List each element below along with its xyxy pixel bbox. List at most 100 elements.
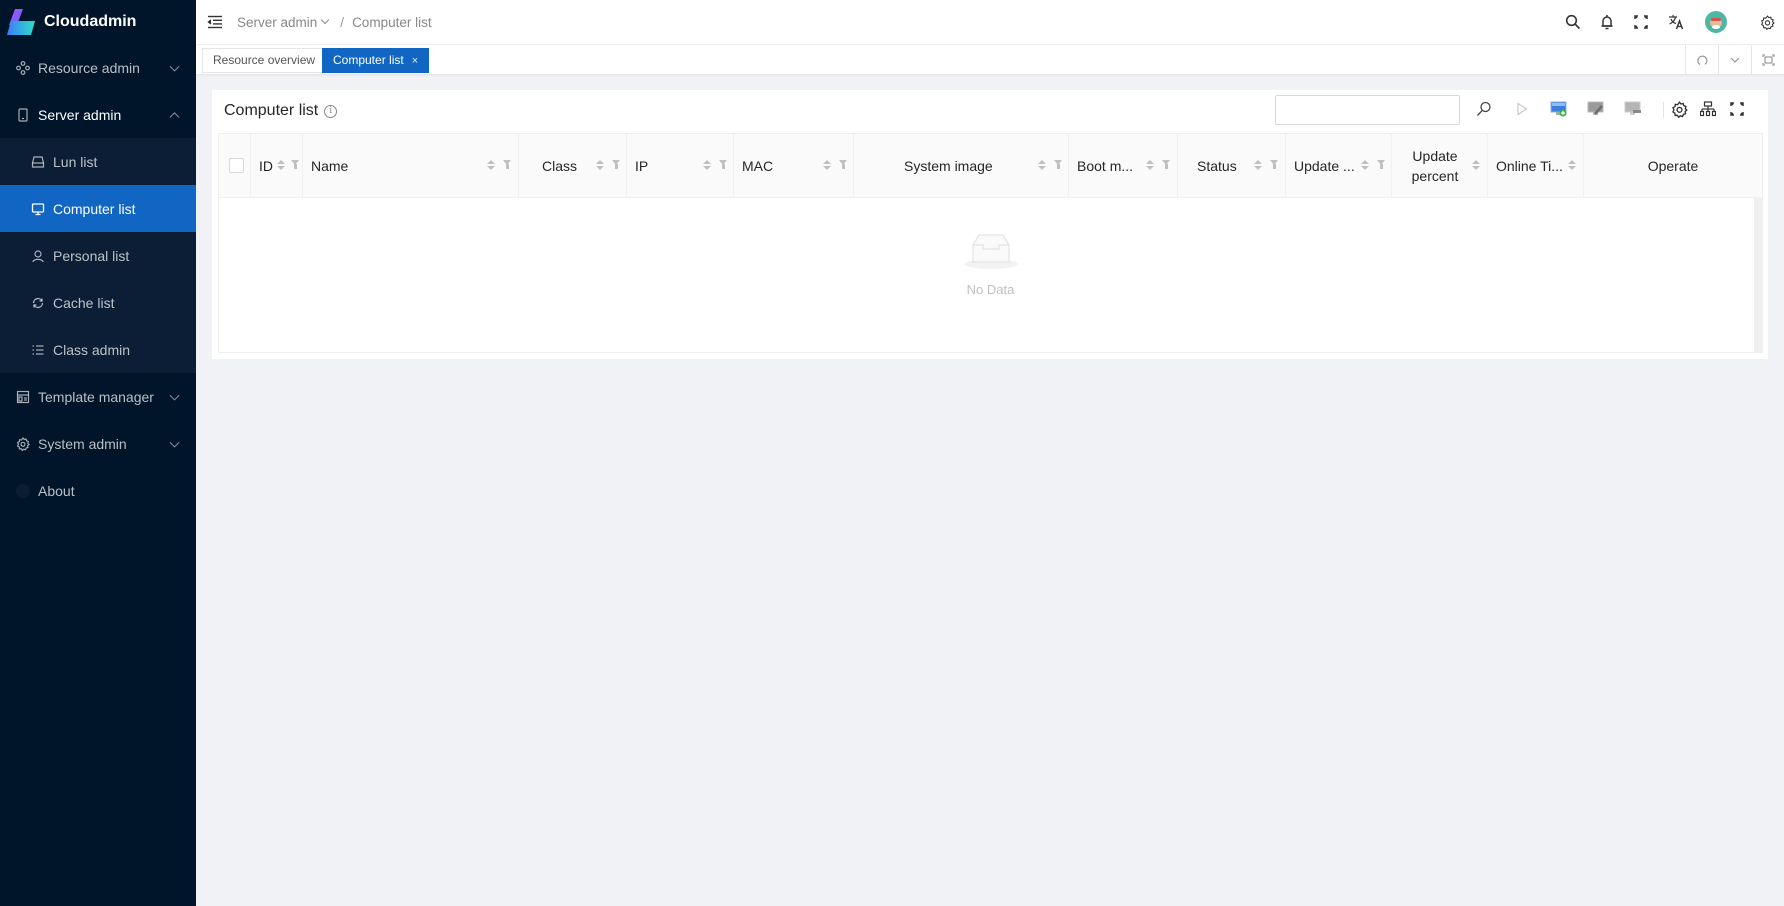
sort-icon[interactable]	[1361, 160, 1369, 172]
sidebar-item-label: Class admin	[53, 341, 131, 358]
sidebar-item-label: Server admin	[38, 106, 122, 123]
search-button[interactable]	[1472, 97, 1496, 121]
gear-icon	[16, 436, 30, 451]
sort-icon[interactable]	[1472, 160, 1480, 172]
tab-resource-overview[interactable]: Resource overview	[202, 48, 327, 73]
server-icon	[16, 107, 30, 122]
search-icon[interactable]	[1563, 12, 1583, 32]
column-system-image[interactable]: System image	[854, 134, 1069, 198]
info-icon[interactable]: i	[324, 104, 338, 118]
sort-icon[interactable]	[703, 160, 711, 172]
column-name[interactable]: Name	[303, 134, 519, 198]
bell-icon[interactable]	[1597, 12, 1617, 32]
fullscreen-table-button[interactable]	[1725, 97, 1749, 121]
close-icon[interactable]: ×	[412, 55, 418, 67]
maximize-button[interactable]	[1751, 45, 1784, 74]
computer-table: ID Name Class IP MAC System image Boot m…	[218, 133, 1763, 353]
sort-icon[interactable]	[1254, 160, 1262, 172]
table-scrollbar[interactable]	[1754, 198, 1762, 353]
sort-icon[interactable]	[277, 160, 285, 172]
settings-gear-icon[interactable]	[1757, 12, 1777, 32]
cloudadmin-logo-icon	[7, 9, 35, 35]
sidebar-item-personal-list[interactable]: Personal list	[0, 232, 196, 279]
sidebar-item-label: Template manager	[38, 388, 154, 405]
sort-icon[interactable]	[1146, 160, 1154, 172]
chevron-down-icon[interactable]	[321, 15, 330, 25]
filter-icon[interactable]	[839, 160, 848, 170]
monitor-icon	[31, 202, 45, 216]
sort-icon[interactable]	[823, 160, 831, 172]
filter-icon[interactable]	[719, 160, 728, 170]
column-boot-mode[interactable]: Boot m...	[1069, 134, 1178, 198]
remove-computer-button[interactable]	[1621, 97, 1645, 121]
empty-state: No Data	[219, 231, 1762, 297]
fullscreen-icon	[1730, 102, 1744, 116]
sidebar-item-class-admin[interactable]: Class admin	[0, 326, 196, 373]
edit-computer-button[interactable]	[1584, 97, 1608, 121]
select-all-checkbox[interactable]	[229, 158, 244, 173]
select-all-column	[219, 134, 251, 198]
add-computer-button[interactable]	[1547, 97, 1571, 121]
sort-icon[interactable]	[1038, 160, 1046, 172]
translate-icon[interactable]	[1666, 12, 1686, 32]
empty-inbox-icon	[963, 234, 1018, 269]
column-status[interactable]: Status	[1178, 134, 1286, 198]
breadcrumb: Server admin / Computer list	[237, 15, 432, 30]
column-settings-button[interactable]	[1667, 97, 1691, 121]
refresh-button[interactable]	[1685, 45, 1718, 74]
sidebar-item-lun-list[interactable]: Lun list	[0, 138, 196, 185]
filter-icon[interactable]	[1162, 160, 1171, 170]
column-update-time[interactable]: Update ...	[1286, 134, 1392, 198]
column-mac[interactable]: MAC	[734, 134, 854, 198]
column-class[interactable]: Class	[519, 134, 627, 198]
about-icon	[16, 483, 30, 498]
logo[interactable]: Cloudadmin	[0, 0, 196, 44]
density-button[interactable]	[1696, 97, 1720, 121]
filter-icon[interactable]	[1377, 160, 1386, 170]
column-label: Name	[311, 158, 349, 174]
cluster-icon	[1700, 101, 1716, 117]
column-label: Class	[542, 158, 578, 174]
breadcrumb-server-admin[interactable]: Server admin	[237, 15, 317, 30]
avatar[interactable]	[1705, 11, 1727, 33]
user-icon	[31, 249, 45, 263]
filter-icon[interactable]	[612, 160, 621, 170]
sort-icon[interactable]	[487, 160, 495, 172]
sidebar-item-cache-list[interactable]: Cache list	[0, 279, 196, 326]
sidebar-item-template-manager[interactable]: Template manager	[0, 373, 196, 420]
sync-icon	[31, 296, 45, 310]
sidebar-item-system-admin[interactable]: System admin	[0, 420, 196, 467]
sidebar-item-label: Computer list	[53, 200, 136, 217]
search-input[interactable]	[1275, 95, 1460, 125]
filter-icon[interactable]	[1054, 160, 1063, 170]
menu-fold-icon[interactable]	[207, 15, 223, 29]
chevron-down-icon	[1730, 57, 1740, 63]
column-update-percent[interactable]: Update percent	[1392, 134, 1488, 198]
tabs-dropdown-button[interactable]	[1718, 45, 1751, 74]
tab-computer-list[interactable]: Computer list ×	[322, 48, 430, 73]
sidebar-item-resource-admin[interactable]: Resource admin	[0, 44, 196, 91]
empty-text: No Data	[966, 282, 1015, 297]
fullscreen-icon[interactable]	[1631, 12, 1651, 32]
sidebar-item-computer-list[interactable]: Computer list	[0, 185, 196, 232]
column-ip[interactable]: IP	[627, 134, 734, 198]
tab-label: Computer list	[333, 53, 404, 67]
column-id[interactable]: ID	[251, 134, 303, 198]
sort-icon[interactable]	[1568, 160, 1576, 172]
sort-icon[interactable]	[596, 160, 604, 172]
column-label: ID	[259, 158, 273, 174]
search-icon	[1477, 101, 1491, 116]
page-title: Computer list i	[224, 102, 338, 120]
filter-icon[interactable]	[1270, 160, 1279, 170]
tab-label: Resource overview	[213, 53, 316, 67]
sidebar-item-about[interactable]: About	[0, 467, 196, 514]
column-online-time[interactable]: Online Ti...	[1488, 134, 1584, 198]
tab-bar: Resource overview Computer list ×	[196, 45, 1784, 75]
sidebar-item-label: Resource admin	[38, 59, 140, 76]
sidebar-item-label: Lun list	[53, 153, 98, 170]
filter-icon[interactable]	[291, 160, 300, 170]
start-button[interactable]	[1510, 97, 1534, 121]
sidebar-item-server-admin[interactable]: Server admin	[0, 91, 196, 138]
filter-icon[interactable]	[503, 160, 512, 170]
list-icon	[31, 343, 45, 357]
